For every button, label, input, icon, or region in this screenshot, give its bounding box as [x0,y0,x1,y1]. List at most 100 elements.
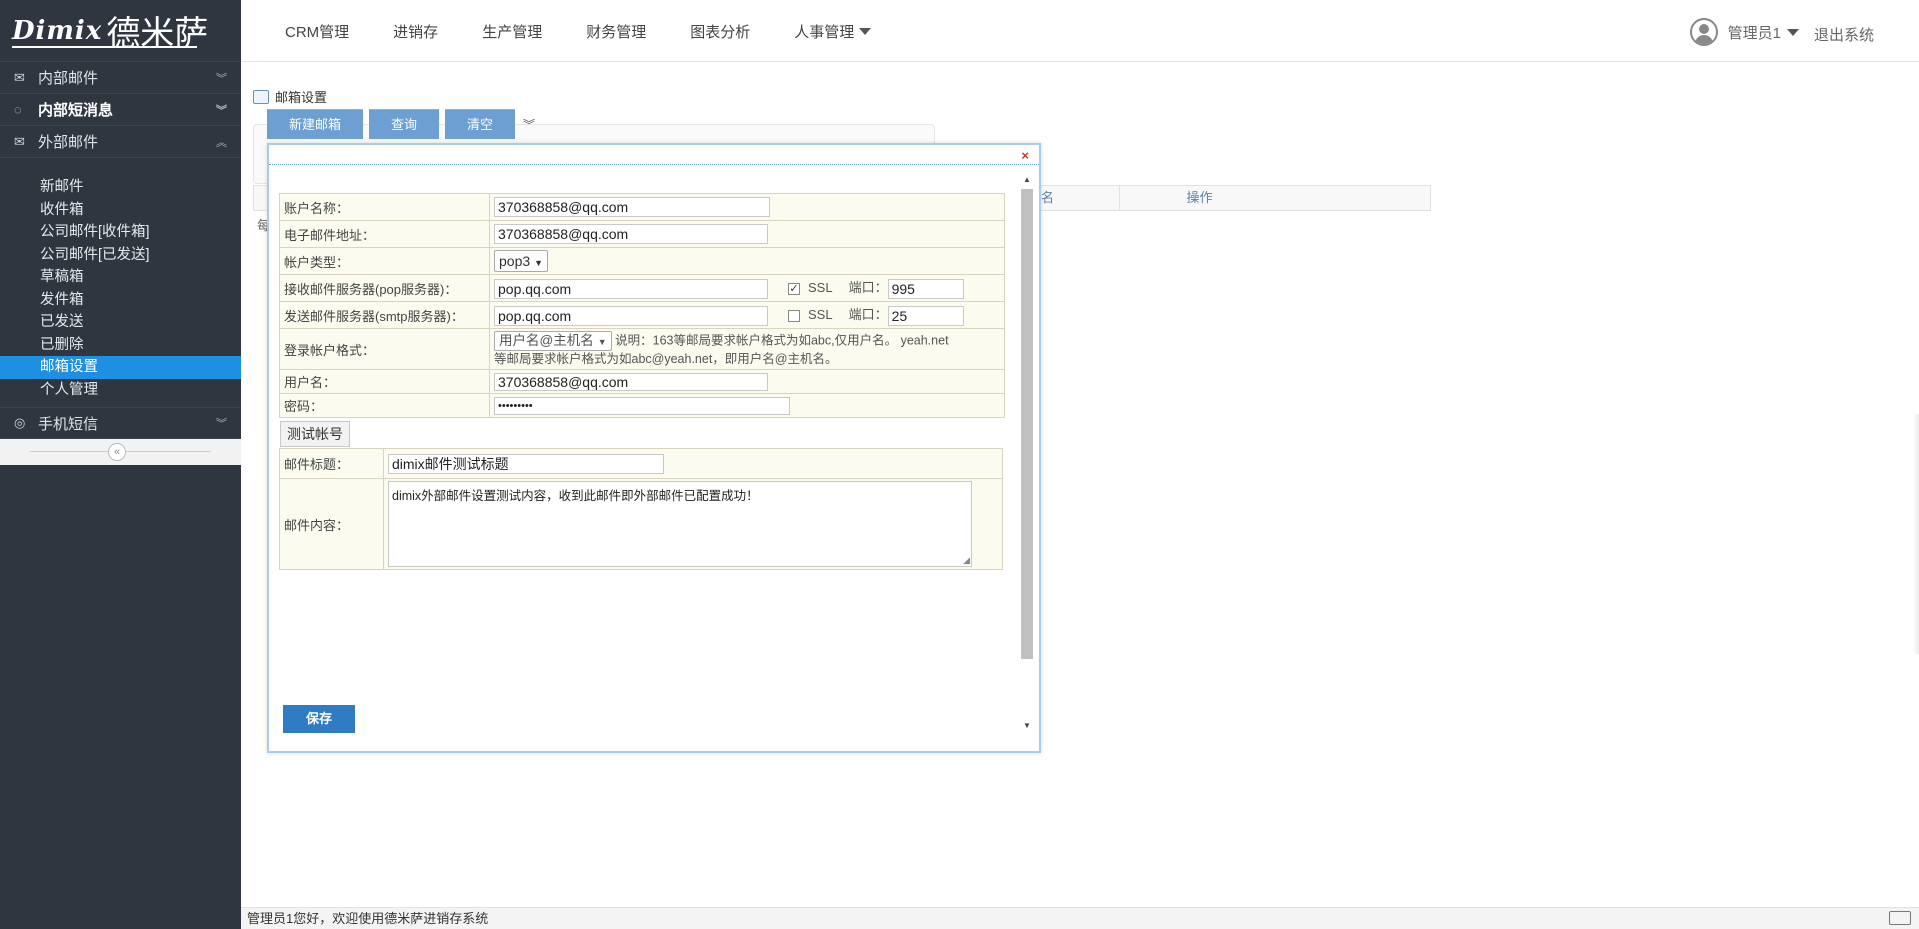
field-label: 电子邮件地址： [279,220,490,248]
logo-underline [12,46,197,48]
nav-item-inventory[interactable]: 进销存 [393,21,438,42]
save-button[interactable]: 保存 [283,705,355,733]
exit-fullscreen-icon[interactable] [1889,911,1911,925]
test-row-subject: 邮件标题： dimix邮件测试标题 [279,448,1003,479]
form-row-password: 密码： ••••••••• [279,393,1005,418]
test-row-content: 邮件内容： dimix外部邮件设置测试内容，收到此邮件即外部邮件已配置成功！ ◢ [279,478,1003,570]
sidebar-item-deleted[interactable]: 已删除 [0,334,241,357]
sidebar-item-outbox[interactable]: 发件箱 [0,289,241,312]
scroll-down-icon[interactable]: ▼ [1023,721,1031,730]
field-label: 发送邮件服务器(smtp服务器)： [279,301,490,329]
dropdown-arrow-icon: ▼ [597,337,607,347]
top-nav: CRM管理 进销存 生产管理 财务管理 图表分析 人事管理 [285,21,915,42]
field-label: 邮件内容： [279,478,384,570]
dialog-titlebar: × [269,145,1039,165]
field-label: 帐户类型： [279,247,490,275]
logo-text-en: Dimix [12,15,103,46]
nav-item-charts[interactable]: 图表分析 [690,21,750,42]
form-row-email: 电子邮件地址： 370368858@qq.com [279,220,1005,248]
collapse-sidebar-icon[interactable]: « [108,443,126,461]
sidebar-collapse-bar: « [0,439,241,465]
password-input[interactable]: ••••••••• [494,396,790,415]
menu-group-external-mail[interactable]: ✉ 外部邮件 ︽ [0,126,241,158]
email-address-input[interactable]: 370368858@qq.com [494,224,768,244]
logo[interactable]: Dimix 德米萨 [0,0,241,62]
pop-server-input[interactable]: pop.qq.com [494,278,768,299]
new-mailbox-button[interactable]: 新建邮箱 [267,109,364,139]
nav-item-hr-label: 人事管理 [794,24,855,41]
sidebar-item-company-inbox[interactable]: 公司邮件[收件箱] [0,221,241,244]
clear-button[interactable]: 清空 [445,109,516,139]
scrollbar-thumb[interactable] [1021,189,1033,659]
menu-group-label: 手机短信 [38,415,99,433]
sidebar-item-inbox[interactable]: 收件箱 [0,199,241,222]
user-avatar-icon [1689,18,1718,46]
toolbar: 新建邮箱 查询 清空 ︾ [267,109,535,139]
field-label: 密码： [279,393,490,418]
field-label: 用户名： [279,369,490,394]
mailbox-settings-dialog: × ▲ ▼ 账户名称： 370368858@qq.com 电子邮件地址： 370… [267,143,1041,753]
nav-item-finance[interactable]: 财务管理 [586,21,646,42]
field-label: 登录帐户格式： [279,328,490,370]
chevron-double-down-icon[interactable]: ︾ [523,116,535,133]
external-mail-submenu: 新邮件 收件箱 公司邮件[收件箱] 公司邮件[已发送] 草稿箱 发件箱 已发送 … [0,158,241,407]
caret-down-icon [1787,28,1799,36]
chevron-double-up-icon: ︽ [216,136,227,149]
test-content-text: dimix外部邮件设置测试内容，收到此邮件即外部邮件已配置成功！ [392,489,759,503]
logout-link[interactable]: 退出系统 [1814,24,1874,45]
edge-shadow [1913,414,1919,654]
username-input[interactable]: 370368858@qq.com [494,372,768,391]
menu-group-internal-mail[interactable]: ✉ 内部邮件 ︾ [0,62,241,94]
menu-group-sms[interactable]: ◎ 手机短信 ︾ [0,407,241,439]
menu-group-internal-sms[interactable]: ◌ 内部短消息 ︾ [0,94,241,126]
user-name: 管理员1 [1727,24,1781,42]
dialog-scrollbar[interactable]: ▲ ▼ [1021,175,1033,730]
test-form: 邮件标题： dimix邮件测试标题 邮件内容： dimix外部邮件设置测试内容，… [279,448,1003,570]
nav-item-crm[interactable]: CRM管理 [285,21,349,42]
settings-page-icon [253,89,269,104]
close-icon[interactable]: × [1021,148,1029,163]
ssl-label: SSL [808,307,833,323]
sidebar-item-personal[interactable]: 个人管理 [0,379,241,402]
login-format-select[interactable]: 用户名@主机名 ▼ [494,331,612,351]
smtp-server-input[interactable]: pop.qq.com [494,305,768,326]
pop-port-input[interactable]: 995 [887,278,964,299]
test-subject-input[interactable]: dimix邮件测试标题 [388,453,664,474]
ssl-label: SSL [808,280,833,296]
tab-test-account[interactable]: 测试帐号 [280,421,350,447]
sidebar-item-sent[interactable]: 已发送 [0,311,241,334]
status-bar: 管理员1您好，欢迎使用德米萨进销存系统 [241,907,1919,929]
sidebar-item-company-sent[interactable]: 公司邮件[已发送] [0,244,241,267]
port-label: 端口： [848,280,888,296]
smtp-port-input[interactable]: 25 [887,305,964,326]
login-format-note-1: 说明：163等邮局要求帐户格式为如abc,仅用户名。 yeah.net [615,333,949,348]
scroll-up-icon[interactable]: ▲ [1023,175,1031,184]
test-content-textarea[interactable]: dimix外部邮件设置测试内容，收到此邮件即外部邮件已配置成功！ ◢ [388,481,972,567]
dialog-body: 账户名称： 370368858@qq.com 电子邮件地址： 370368858… [279,193,1015,570]
port-label: 端口： [848,307,888,323]
form-row-account-type: 帐户类型： pop3 ▼ [279,247,1005,275]
login-format-value: 用户名@主机名 [499,333,594,348]
sidebar: Dimix 德米萨 ✉ 内部邮件 ︾ ◌ 内部短消息 ︾ ✉ 外部邮件 ︽ 新邮… [0,0,241,929]
sidebar-item-drafts[interactable]: 草稿箱 [0,266,241,289]
breadcrumb-title: 邮箱设置 [275,90,328,105]
form-row-account-name: 账户名称： 370368858@qq.com [279,193,1005,221]
nav-item-production[interactable]: 生产管理 [482,21,542,42]
nav-item-hr[interactable]: 人事管理 [794,21,872,42]
smtp-ssl-checkbox[interactable] [788,309,800,322]
menu-group-label: 内部短消息 [38,102,114,119]
form-row-pop-server: 接收邮件服务器(pop服务器)： pop.qq.com ✓ SSL 端口： 995 [279,274,1005,302]
chevron-double-down-icon: ︾ [216,104,227,117]
caret-down-icon [859,28,872,35]
sidebar-item-mailbox-settings[interactable]: 邮箱设置 [0,356,241,379]
field-label: 账户名称： [279,193,490,221]
user-menu[interactable]: 管理员1 [1689,18,1799,46]
query-button[interactable]: 查询 [369,109,440,139]
pop-ssl-checkbox[interactable]: ✓ [788,282,800,295]
account-type-select[interactable]: pop3 ▼ [494,250,549,272]
account-name-input[interactable]: 370368858@qq.com [494,197,770,217]
table-header-actions: 操作 [1119,186,1279,210]
sidebar-item-new-mail[interactable]: 新邮件 [0,176,241,199]
resize-grip-icon[interactable]: ◢ [963,555,970,566]
chevron-double-down-icon: ︾ [216,418,227,430]
